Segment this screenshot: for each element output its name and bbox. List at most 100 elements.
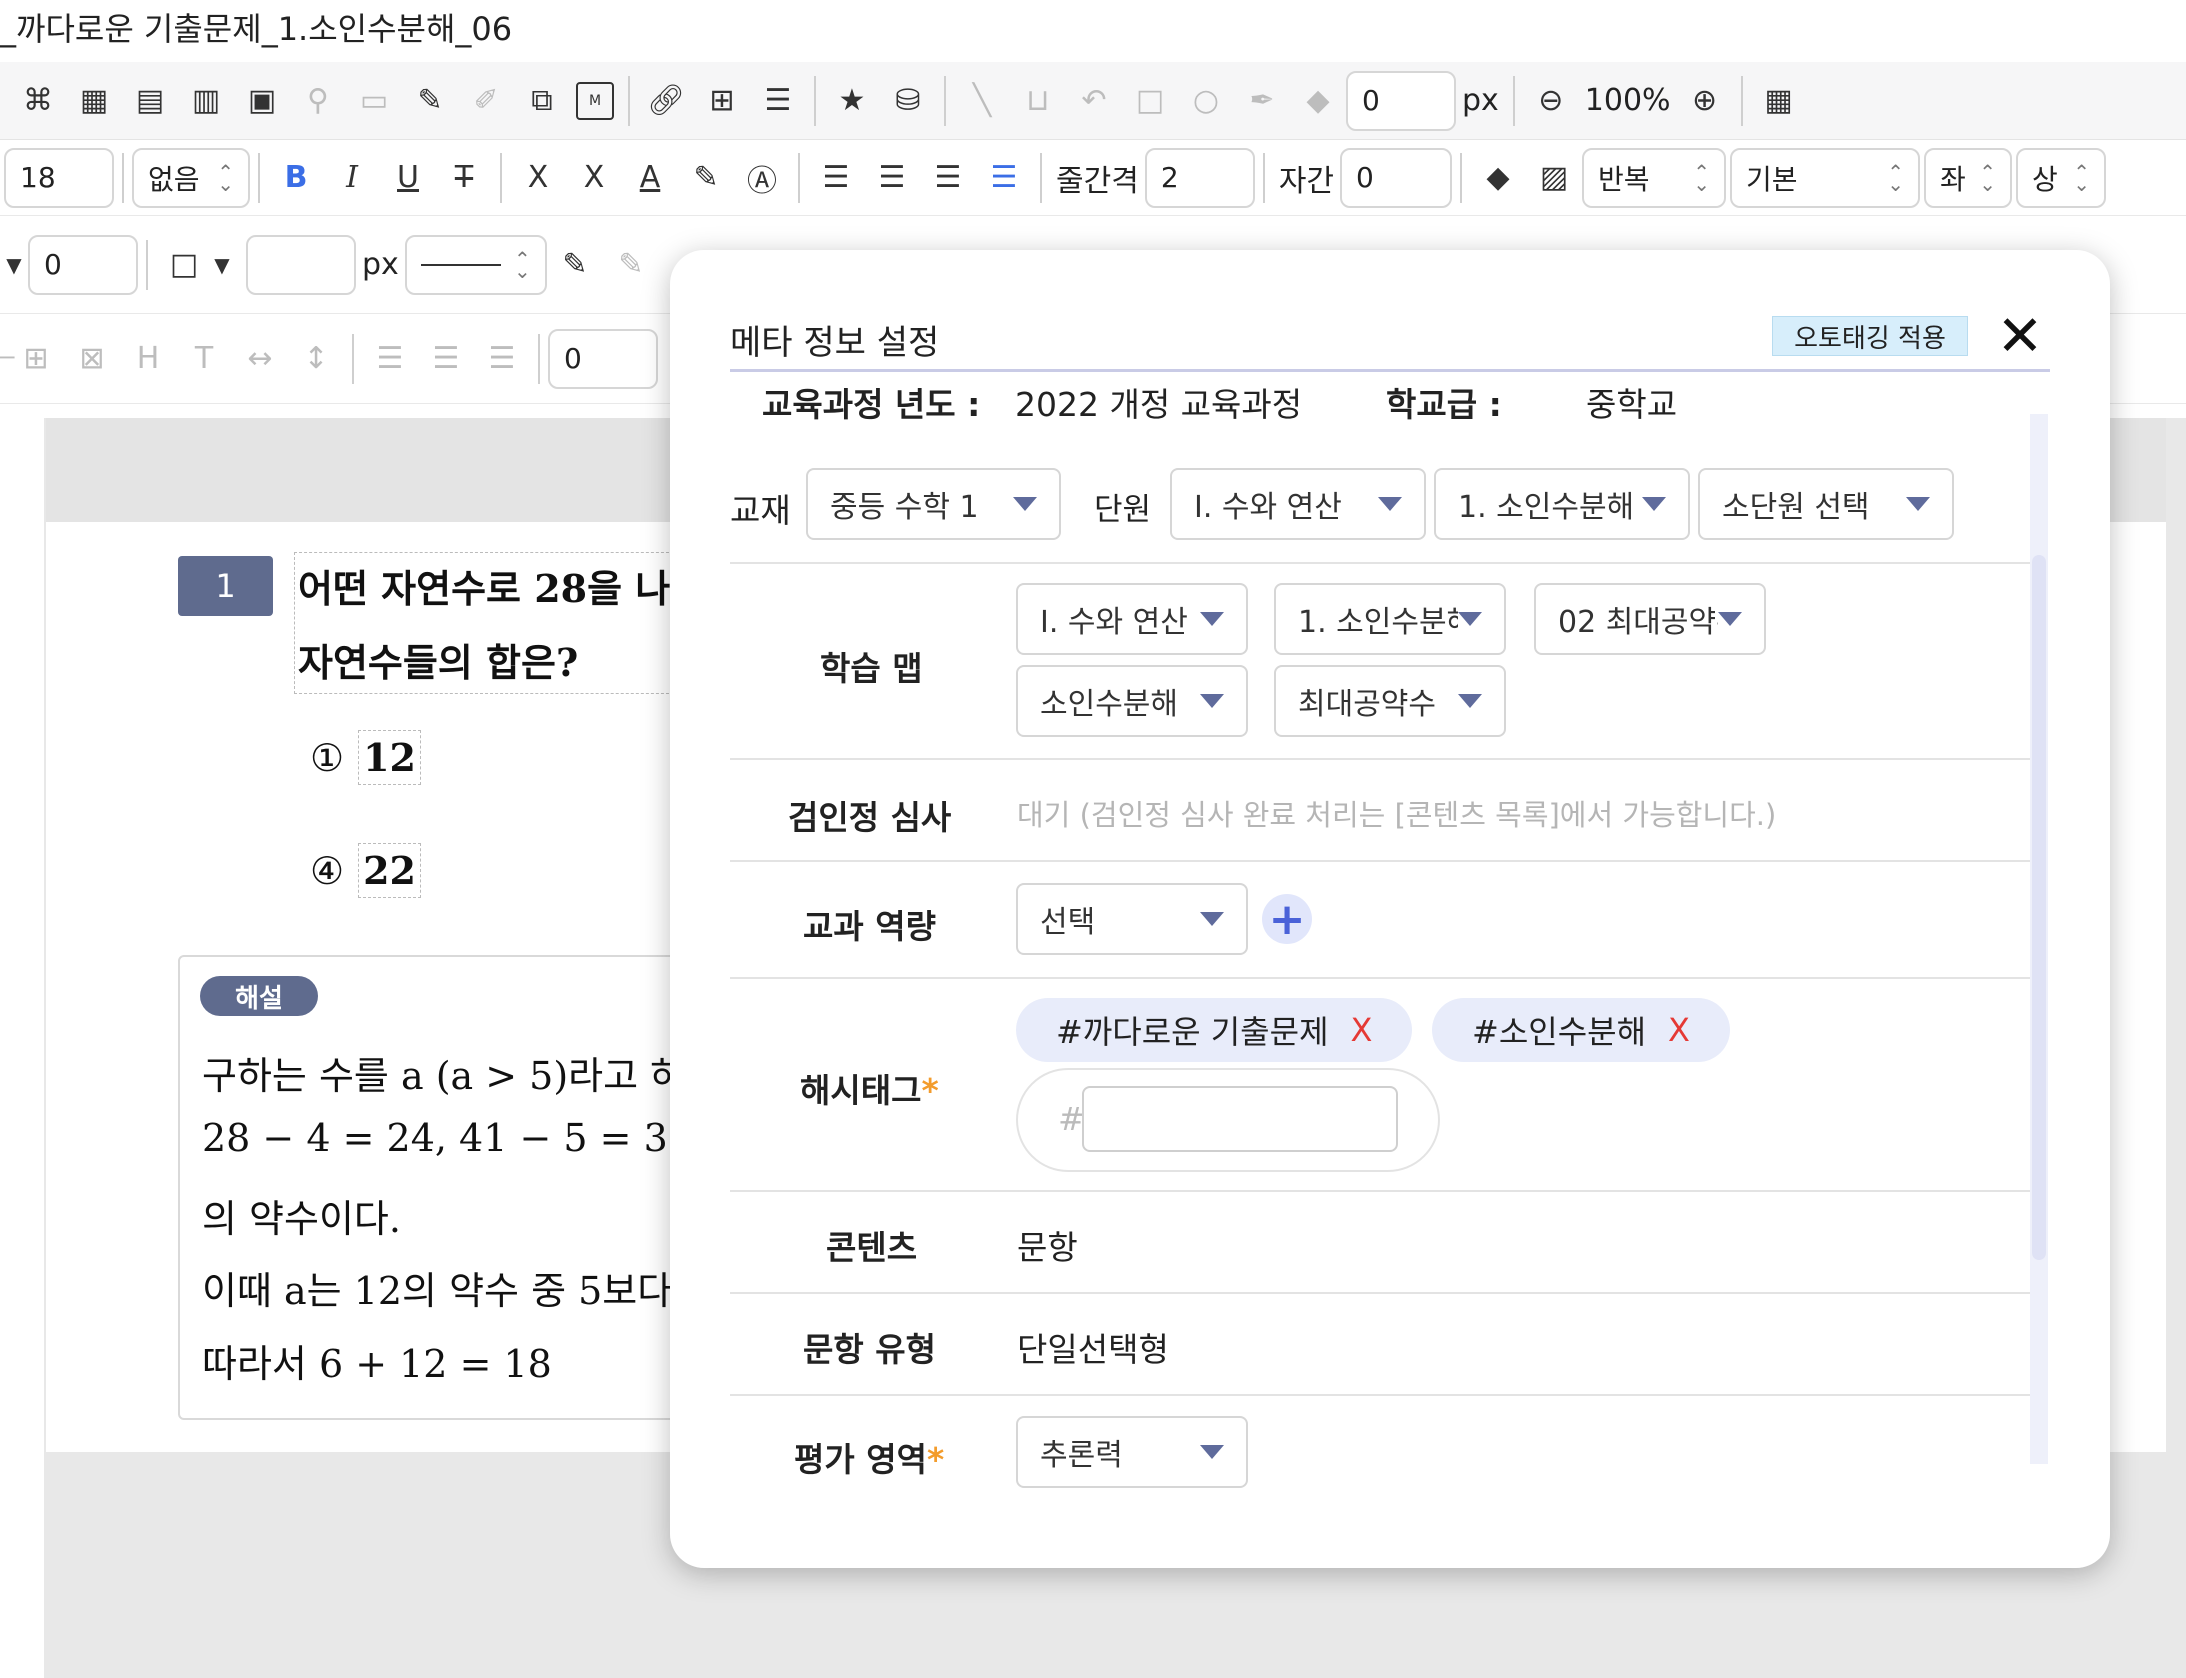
link-icon[interactable]: 🔗︎ [644, 79, 688, 123]
chapter-select[interactable]: 1. 소인수분해 [1434, 468, 1690, 540]
image-bank-icon[interactable]: ⛁ [886, 79, 930, 123]
symbol-icon[interactable]: ⌘ [16, 79, 60, 123]
dropdown-triangle-icon[interactable]: ▼ [4, 243, 24, 287]
subscript-button[interactable]: X [572, 156, 616, 200]
microphone-icon[interactable]: ⚲ [296, 79, 340, 123]
table-icon[interactable]: ▦ [72, 79, 116, 123]
align-center-icon[interactable]: ☰ [870, 156, 914, 200]
horizontal-resize-icon[interactable]: ↔ [238, 337, 282, 381]
highlight-icon[interactable]: ✎ [684, 156, 728, 200]
video-icon[interactable]: ▭ [352, 79, 396, 123]
remove-tag-button[interactable]: X [1668, 1011, 1690, 1049]
valign-bottom-icon[interactable]: ☰ [480, 337, 524, 381]
valign-top-icon[interactable]: ☰ [368, 337, 412, 381]
repeat-select[interactable]: 반복 ⌃ ⌄ [1582, 147, 1727, 208]
vertical-resize-icon[interactable]: ↕ [294, 337, 338, 381]
superscript-button[interactable]: X [516, 156, 560, 200]
updown-icon: ⌃ ⌄ [514, 246, 531, 283]
border-box-icon[interactable]: □ [162, 243, 206, 287]
underline-button[interactable]: U [386, 156, 430, 200]
textbox-icon[interactable]: ▤ [128, 79, 172, 123]
strikethrough-button[interactable]: T [442, 156, 486, 200]
auto-tagging-button[interactable]: 오토태깅 적용 [1772, 316, 1968, 356]
line-width-input[interactable]: 0 [1346, 70, 1456, 131]
remove-tag-button[interactable]: X [1351, 1011, 1373, 1049]
learning-map-select-1[interactable]: Ⅰ. 수와 연산 [1016, 583, 1248, 655]
unit-label: 단원 [1094, 492, 1152, 528]
learning-map-select-2[interactable]: 1. 소인수분해 [1274, 583, 1506, 655]
learning-map-select-4[interactable]: 소인수분해 [1016, 665, 1248, 737]
zoom-in-icon[interactable]: ⊕ [1683, 79, 1727, 123]
choice-4[interactable]: ④ 22 [310, 843, 421, 898]
explanation-line3[interactable]: 의 약수이다. [202, 1188, 401, 1243]
paint-bucket-icon[interactable]: ◆ [1476, 156, 1520, 200]
line-icon[interactable]: ╲ [960, 79, 1004, 123]
border-width-input[interactable] [246, 234, 356, 295]
explanation-line1[interactable]: 구하는 수를 a (a > 5)라고 하 [202, 1045, 685, 1100]
eval-area-select[interactable]: 추론력 [1016, 1416, 1248, 1488]
delete-cell-icon[interactable]: ⊠ [70, 337, 114, 381]
explanation-line4[interactable]: 이때 a는 12의 약수 중 5보다 [202, 1260, 672, 1315]
bracket-icon[interactable]: ⊔ [1016, 79, 1060, 123]
align-left-icon[interactable]: ☰ [814, 156, 858, 200]
circle-icon[interactable]: ○ [1184, 79, 1228, 123]
textbook-select[interactable]: 중등 수학 1 [806, 468, 1061, 540]
curve-icon[interactable]: ↶ [1072, 79, 1116, 123]
font-size-input[interactable]: 18 [4, 147, 114, 208]
subunit-select[interactable]: 소단원 선택 [1698, 468, 1954, 540]
align-justify-icon[interactable]: ☰ [982, 156, 1026, 200]
unit-select[interactable]: Ⅰ. 수와 연산 [1170, 468, 1426, 540]
form-icon[interactable]: ▥ [184, 79, 228, 123]
table-value-input[interactable]: 0 [548, 328, 658, 389]
line-spacing-input[interactable]: 2 [1144, 147, 1255, 208]
grid-icon[interactable]: ▦ [1757, 79, 1801, 123]
review-status: 대기 (검인정 심사 완료 처리는 [콘텐츠 목록]에서 가능합니다.) [1017, 798, 1777, 832]
border-color-icon[interactable]: ✎ [553, 243, 597, 287]
image-frame-icon[interactable]: ▣ [240, 79, 284, 123]
text-effect-icon[interactable]: Ⓐ [740, 156, 784, 200]
edit-doc-icon[interactable]: ✐ [464, 79, 508, 123]
math-2d-icon[interactable]: M [576, 81, 614, 120]
align-right-icon[interactable]: ☰ [926, 156, 970, 200]
zoom-out-icon[interactable]: ⊖ [1529, 79, 1573, 123]
explanation-line5[interactable]: 따라서 6 + 12 = 18 [202, 1333, 552, 1388]
learning-map-select-5[interactable]: 최대공약수 [1274, 665, 1506, 737]
competency-select[interactable]: 선택 [1016, 883, 1248, 955]
border-value-input[interactable]: 0 [28, 234, 138, 295]
table-edge-icon[interactable]: ⊢ [0, 337, 17, 381]
line-color-icon[interactable]: ✒ [1240, 79, 1284, 123]
add-competency-button[interactable]: + [1262, 894, 1312, 945]
explanation-line2[interactable]: 28 − 4 = 24, 41 − 5 = 36 [202, 1116, 692, 1160]
learning-map-select-3[interactable]: 02 최대공약수 [1534, 583, 1766, 655]
char-spacing-input[interactable]: 0 [1340, 147, 1453, 208]
h-icon[interactable]: H [126, 337, 170, 381]
rectangle-icon[interactable]: □ [1128, 79, 1172, 123]
bold-button[interactable]: B [274, 156, 318, 200]
fill-color-icon[interactable]: ◆ [1296, 79, 1340, 123]
dialog-scrollbar-thumb[interactable] [2032, 555, 2046, 1260]
add-box-icon[interactable]: ⊞ [700, 79, 744, 123]
close-icon[interactable]: ✕ [1990, 304, 2050, 369]
hashtag-input[interactable] [1082, 1086, 1398, 1152]
list-icon[interactable]: ☰ [756, 79, 800, 123]
separator [146, 239, 148, 290]
border-style-select[interactable]: ⌃ ⌄ [404, 234, 547, 295]
valign-middle-icon[interactable]: ☰ [424, 337, 468, 381]
choice-1[interactable]: ① 12 [310, 730, 421, 785]
align-v-select[interactable]: 상 ⌃ ⌄ [2016, 147, 2107, 208]
add-layer-icon[interactable]: ⧉ [520, 79, 564, 123]
row-divider [730, 758, 2030, 760]
font-style-select[interactable]: 없음 ⌃ ⌄ [132, 147, 250, 208]
question-frame [294, 552, 674, 694]
background-image-icon[interactable]: ▨ [1532, 156, 1576, 200]
italic-button[interactable]: I [330, 156, 374, 200]
pen-icon[interactable]: ✎ [609, 243, 653, 287]
insert-cell-icon[interactable]: ⊞ [14, 337, 58, 381]
font-color-button[interactable]: A [628, 156, 672, 200]
dropdown-triangle-icon[interactable]: ▼ [212, 243, 232, 287]
basic-select[interactable]: 기본 ⌃ ⌄ [1730, 147, 1921, 208]
t-icon[interactable]: T [182, 337, 226, 381]
pencil-icon[interactable]: ✎ [408, 79, 452, 123]
align-h-select[interactable]: 좌 ⌃ ⌄ [1924, 147, 2013, 208]
star-box-icon[interactable]: ★ [830, 79, 874, 123]
